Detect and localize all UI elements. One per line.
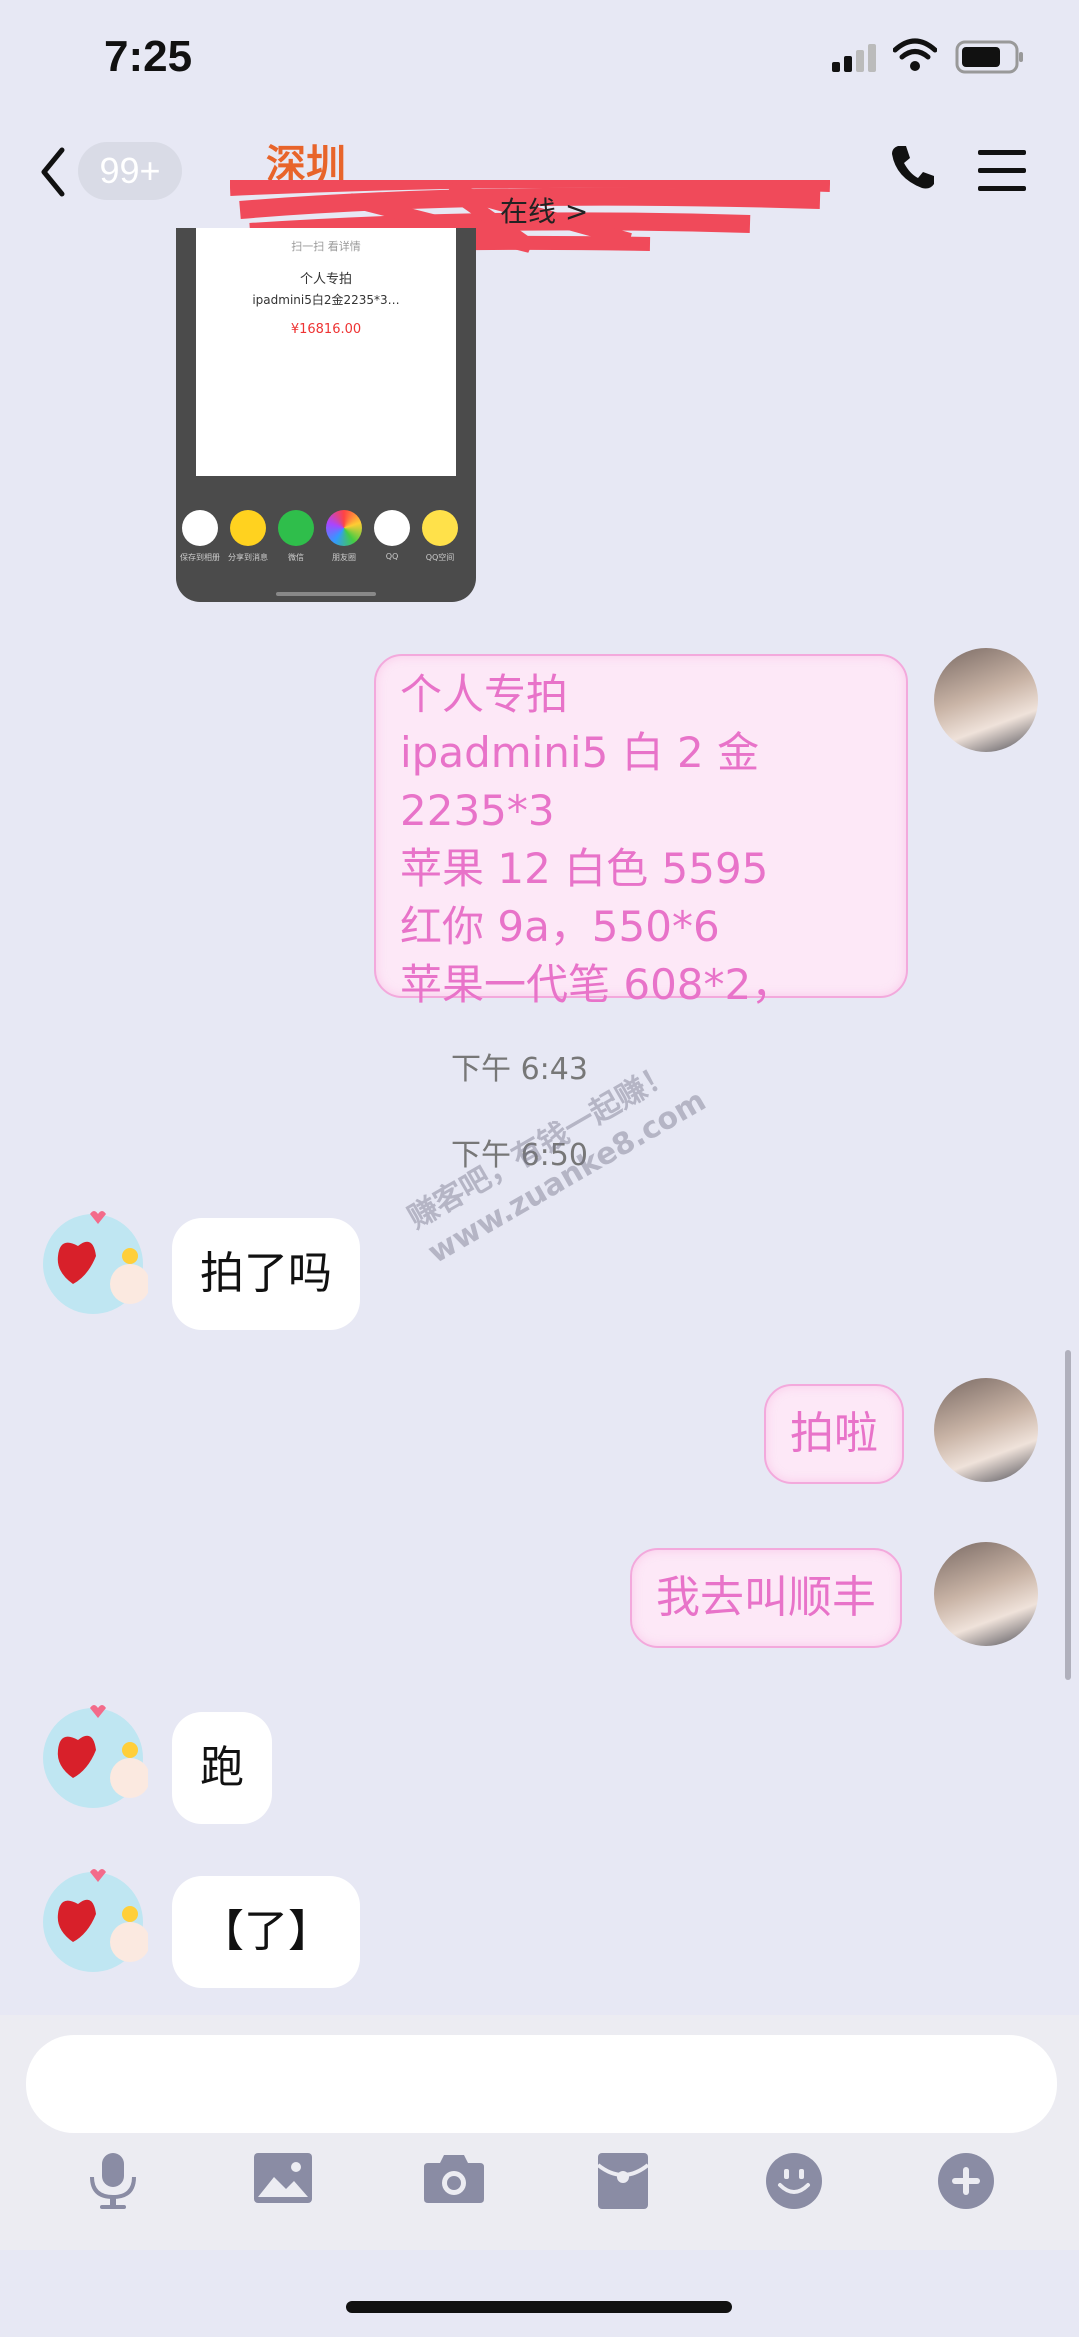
message-bubble-outgoing[interactable]: 拍啦 [764,1384,904,1484]
preview-subtitle: ipadmini5白2金2235*3… [252,293,400,307]
cellular-signal-icon [832,44,876,72]
my-avatar[interactable] [934,648,1038,752]
home-indicator-mini [276,592,376,596]
message-bubble-incoming[interactable]: 拍了吗 [172,1218,360,1330]
image-icon[interactable] [254,2153,312,2203]
emoji-icon[interactable] [766,2153,822,2209]
menu-icon[interactable] [978,150,1026,192]
share-wechat: 微信 [276,510,316,563]
unread-badge[interactable]: 99+ [78,142,182,200]
red-packet-icon[interactable] [598,2153,648,2209]
message-bubble-incoming[interactable]: 【了】 [172,1876,360,1988]
share-preview: 扫一扫 看详情 个人专拍 ipadmini5白2金2235*3… ¥16816.… [196,228,456,476]
share-message: 分享到消息 [228,510,268,563]
chat-header: 99+ 深圳 在线 > [0,120,1079,257]
message-line: 苹果一代笔 608*2， [400,960,794,1009]
shared-image-message[interactable]: 扫一扫 看详情 个人专拍 ipadmini5白2金2235*3… ¥16816.… [176,228,476,602]
status-bar: 7:25 [0,0,1079,120]
back-chevron-icon[interactable] [38,144,68,200]
composer [0,2015,1079,2250]
my-avatar[interactable] [934,1542,1038,1646]
qq-icon [374,510,410,546]
yellow-app-icon [230,510,266,546]
timestamp: 下午 6:43 [451,1052,588,1087]
message-line: 苹果 12 白色 5595 [400,844,769,893]
preview-price: ¥16816.00 [290,322,362,337]
message-bubble-outgoing[interactable]: 我去叫顺丰 [630,1548,902,1648]
share-qzone: QQ空间 [420,510,460,563]
qzone-icon [422,510,458,546]
contact-avatar[interactable] [38,1864,148,1974]
share-moments: 朋友圈 [324,510,364,563]
message-input[interactable] [26,2035,1057,2133]
moments-icon [326,510,362,546]
contact-avatar[interactable] [38,1700,148,1810]
presence-status[interactable]: 在线 > [500,190,588,230]
message-line: ipadmini5 白 2 金 2235*3 [400,728,760,835]
message-line: 个人专拍 [400,670,569,719]
contact-avatar[interactable] [38,1206,148,1316]
message-line: 红你 9a，550*6 [400,902,720,951]
status-time: 7:25 [104,32,193,81]
home-indicator[interactable] [346,2301,732,2313]
message-bubble-incoming[interactable]: 跑 [172,1712,272,1824]
plus-icon[interactable] [938,2153,994,2209]
wechat-icon [278,510,314,546]
microphone-icon[interactable] [88,2153,138,2209]
message-bubble-outgoing[interactable]: 个人专拍 ipadmini5 白 2 金 2235*3 苹果 12 白色 559… [374,654,908,1009]
download-icon [182,510,218,546]
battery-icon [955,40,1023,74]
phone-call-icon[interactable] [890,144,934,190]
my-avatar[interactable] [934,1378,1038,1482]
scan-hint: 扫一扫 看详情 [291,240,361,253]
share-qq: QQ [372,510,412,561]
wifi-icon [893,38,937,71]
scrollbar[interactable] [1065,1350,1071,1680]
camera-icon[interactable] [424,2153,484,2203]
share-save-album: 保存到相册 [180,510,220,563]
preview-heading: 个人专拍 [299,272,352,287]
